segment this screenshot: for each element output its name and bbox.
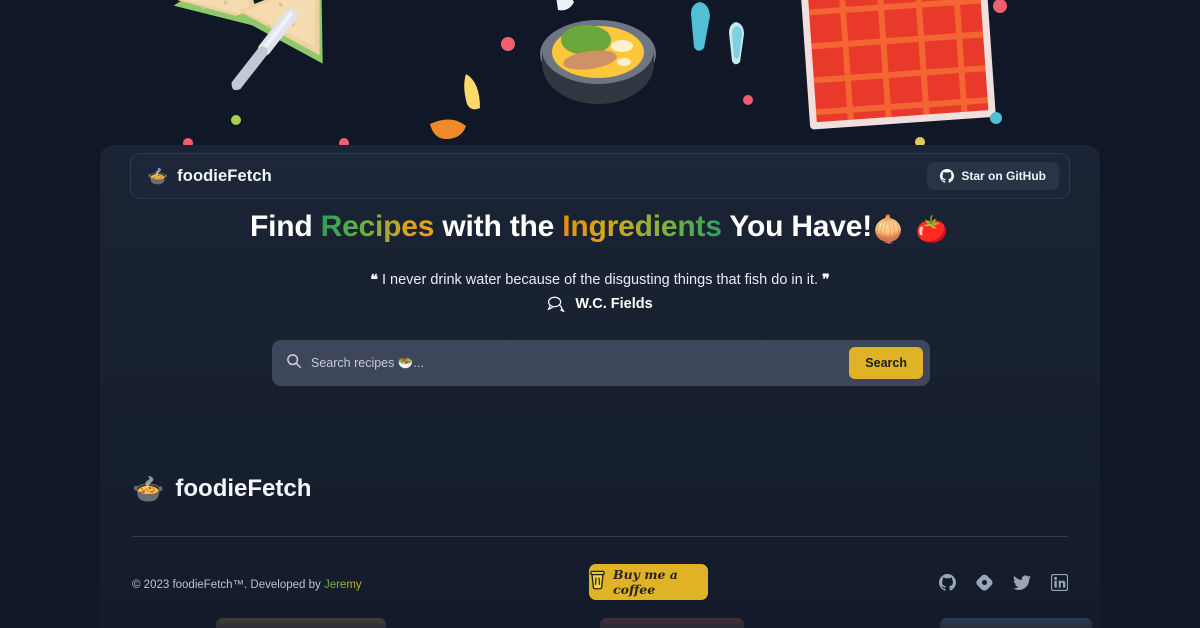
copyright-text: © 2023 foodieFetch™. Developed by Jeremy bbox=[132, 579, 362, 591]
footer-bar: © 2023 foodieFetch™. Developed by Jeremy… bbox=[132, 555, 1069, 615]
pot-of-food-icon: 🍲 bbox=[147, 166, 169, 186]
search-bar: Search bbox=[272, 340, 930, 386]
chat-bubble-icon bbox=[547, 295, 566, 312]
content-container: 🍲 foodieFetch Star on GitHub Find Recipe… bbox=[100, 145, 1100, 628]
buy-me-a-coffee-label: Buy me a coffee bbox=[613, 567, 678, 597]
recipe-cards-peek bbox=[100, 618, 1100, 628]
quote-text: I never drink water because of the disgu… bbox=[381, 272, 819, 288]
headline-text-1: Find bbox=[249, 210, 321, 243]
footer-logo[interactable]: 🍲 foodieFetch bbox=[132, 475, 311, 503]
polywork-icon[interactable] bbox=[976, 574, 993, 596]
footer-logo-text: foodieFetch bbox=[175, 475, 312, 502]
quote-block: ❝ I never drink water because of the dis… bbox=[100, 269, 1100, 312]
developer-link[interactable]: Jeremy bbox=[324, 579, 362, 591]
page-root: 🍲 foodieFetch Star on GitHub Find Recipe… bbox=[0, 0, 1200, 628]
navbar: 🍲 foodieFetch Star on GitHub bbox=[130, 153, 1070, 199]
hero-section: Find Recipes with the Ingredients You Ha… bbox=[100, 207, 1100, 312]
headline-highlight-recipes: Recipes bbox=[320, 210, 435, 243]
headline-text-2: with the bbox=[434, 210, 563, 243]
page-title: Find Recipes with the Ingredients You Ha… bbox=[100, 207, 1100, 249]
search-input[interactable] bbox=[311, 356, 850, 370]
quote-author-line: W.C. Fields bbox=[100, 295, 1100, 312]
brand-logo[interactable]: 🍲 foodieFetch bbox=[147, 167, 272, 186]
copyright-label: © 2023 foodieFetch™. Developed by bbox=[132, 579, 324, 591]
coffee-cup-icon bbox=[589, 569, 606, 595]
buy-me-a-coffee-button[interactable]: Buy me a coffee bbox=[589, 564, 708, 600]
search-icon bbox=[286, 353, 302, 374]
recipe-card-peek[interactable] bbox=[216, 618, 386, 628]
onion-tomato-icons: 🧅 🍅 bbox=[872, 214, 951, 244]
recipe-card-peek[interactable] bbox=[600, 618, 744, 628]
headline-text-3: You Have! bbox=[721, 210, 873, 243]
headline-highlight-ingredients: Ingredients bbox=[562, 210, 722, 243]
linkedin-icon[interactable] bbox=[1050, 573, 1069, 596]
star-on-github-button[interactable]: Star on GitHub bbox=[927, 162, 1059, 190]
search-button[interactable]: Search bbox=[849, 347, 923, 379]
banner-illustration bbox=[0, 0, 1200, 145]
twitter-icon[interactable] bbox=[1013, 574, 1031, 596]
quote-open-icon: ❝ bbox=[370, 271, 378, 287]
github-icon[interactable] bbox=[939, 574, 956, 596]
social-links bbox=[939, 573, 1069, 596]
brand-name: foodieFetch bbox=[177, 166, 272, 185]
pot-of-food-icon: 🍲 bbox=[132, 474, 165, 504]
footer-divider bbox=[132, 536, 1068, 537]
quote-text-line: ❝ I never drink water because of the dis… bbox=[100, 269, 1100, 290]
quote-author: W.C. Fields bbox=[575, 295, 653, 312]
github-icon bbox=[940, 169, 955, 183]
quote-close-icon: ❞ bbox=[822, 271, 830, 287]
star-on-github-label: Star on GitHub bbox=[961, 169, 1046, 183]
recipe-card-peek[interactable] bbox=[940, 618, 1092, 628]
